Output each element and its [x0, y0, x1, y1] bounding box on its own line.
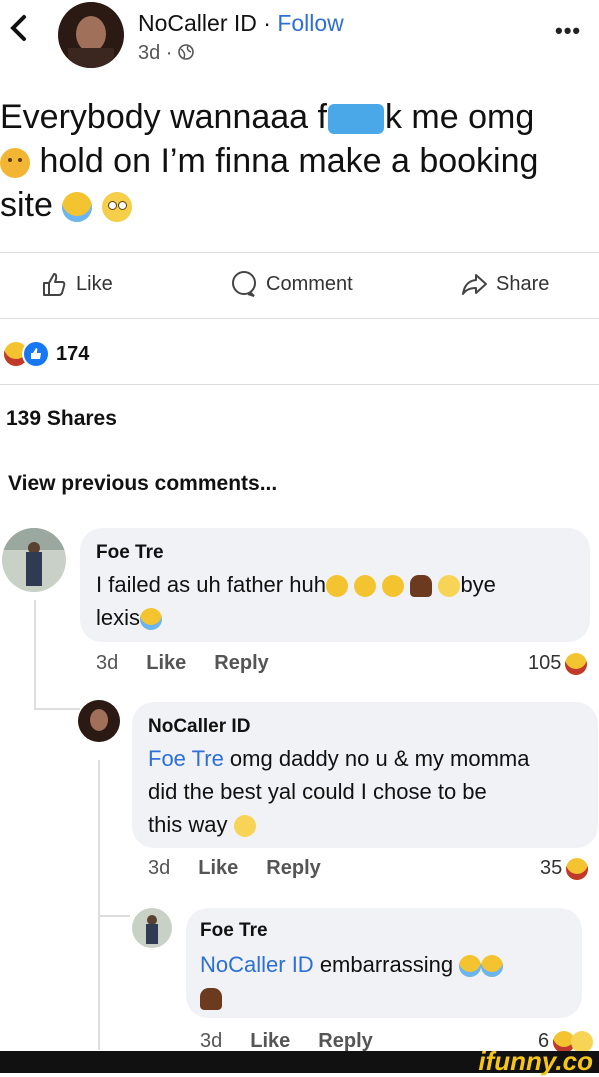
post-timestamp[interactable]: 3d ·	[138, 42, 178, 64]
more-options-button[interactable]: •••	[555, 18, 581, 44]
share-button[interactable]: Share	[460, 270, 549, 298]
commenter-name[interactable]: NoCaller ID	[148, 716, 250, 738]
comment-time[interactable]: 3d	[96, 652, 118, 675]
like-button[interactable]: Like	[40, 270, 113, 298]
comment-like-button[interactable]: Like	[250, 1030, 290, 1053]
author-line: NoCaller ID · Follow	[138, 10, 344, 37]
thumbs-up-icon	[43, 273, 66, 296]
comment-bubble: NoCaller ID Foe Tre omg daddy no u & my …	[132, 702, 598, 848]
comment-reply-button[interactable]: Reply	[214, 652, 268, 675]
comment-time[interactable]: 3d	[148, 857, 170, 880]
comment-bubble: Foe Tre NoCaller ID embarrassing	[186, 908, 582, 1018]
comment-text: Foe Tre omg daddy no u & my momma did th…	[148, 746, 530, 838]
view-previous-comments-link[interactable]: View previous comments...	[8, 472, 277, 496]
flushed-face-emoji	[101, 192, 132, 223]
relieved-face-emoji	[233, 815, 256, 838]
smirk-emoji	[325, 575, 348, 598]
person-emoji	[410, 575, 433, 598]
smirk-emoji	[354, 575, 377, 598]
divider	[0, 318, 599, 319]
comment-meta: 3d Like Reply	[148, 857, 321, 880]
tired-face-emoji	[0, 148, 30, 179]
comment-button[interactable]: Comment	[230, 270, 353, 298]
relieved-face-emoji	[438, 575, 461, 598]
comment-like-button[interactable]: Like	[198, 857, 238, 880]
author-avatar[interactable]	[58, 2, 124, 68]
thread-line	[34, 600, 36, 710]
thread-line	[98, 915, 130, 917]
post-line-1: Everybody wannaaa fk me omg	[0, 98, 535, 136]
comment-reply-button[interactable]: Reply	[266, 857, 320, 880]
reaction-count: 174	[56, 342, 90, 365]
separator: ·	[256, 10, 278, 36]
comment-reaction-count[interactable]: 35	[540, 857, 589, 880]
post-line-2: hold on I’m finna make a booking	[0, 139, 599, 183]
comment-text: I failed as uh father huh bye lexis	[96, 572, 496, 631]
commenter-avatar[interactable]	[2, 528, 66, 592]
like-reaction-icon	[22, 340, 50, 368]
comment-text: NoCaller ID embarrassing	[200, 948, 570, 1014]
commenter-name[interactable]: Foe Tre	[200, 920, 268, 942]
reactions-summary[interactable]: 174	[4, 340, 89, 368]
comment-reply-button[interactable]: Reply	[318, 1030, 372, 1053]
censor-sticker	[327, 104, 384, 135]
thread-line	[34, 708, 80, 710]
globe-icon	[178, 44, 194, 60]
share-arrow-icon	[462, 274, 487, 295]
mention-link[interactable]: NoCaller ID	[200, 952, 314, 977]
post-text: Everybody wannaaa fk me omg hold on I’m …	[0, 95, 599, 227]
comment-bubble-icon	[232, 271, 256, 297]
divider	[0, 384, 599, 385]
ifunny-watermark: ifunny.co	[478, 1046, 593, 1076]
comment-time[interactable]: 3d	[200, 1030, 222, 1053]
back-button[interactable]	[8, 14, 30, 48]
commenter-name[interactable]: Foe Tre	[96, 542, 164, 564]
commenter-avatar[interactable]	[132, 908, 172, 948]
author-name[interactable]: NoCaller ID	[138, 10, 257, 36]
shares-count[interactable]: 139 Shares	[6, 407, 117, 431]
person-emoji	[200, 988, 222, 1011]
laugh-reaction-icon	[566, 857, 589, 880]
more-horizontal-icon: •••	[555, 18, 582, 43]
smirk-emoji	[382, 575, 405, 598]
mention-link[interactable]: Foe Tre	[148, 746, 224, 771]
tears-of-joy-emoji	[140, 608, 163, 631]
crying-face-emoji	[62, 192, 93, 223]
chevron-left-icon	[10, 15, 26, 41]
comment-meta: 3d Like Reply	[96, 652, 269, 675]
commenter-avatar[interactable]	[78, 700, 120, 742]
comment-bubble: Foe Tre I failed as uh father huh bye le…	[80, 528, 590, 642]
follow-link[interactable]: Follow	[277, 10, 343, 36]
tears-of-joy-emoji	[459, 955, 482, 978]
comment-like-button[interactable]: Like	[146, 652, 186, 675]
thread-line	[98, 760, 100, 1050]
divider	[0, 252, 599, 253]
post-line-3: site	[0, 183, 599, 227]
comment-meta: 3d Like Reply	[200, 1030, 373, 1053]
post-time: 3d ·	[138, 42, 194, 65]
tears-of-joy-emoji	[481, 955, 504, 978]
comment-reaction-count[interactable]: 105	[528, 652, 588, 675]
laugh-reaction-icon	[565, 652, 588, 675]
